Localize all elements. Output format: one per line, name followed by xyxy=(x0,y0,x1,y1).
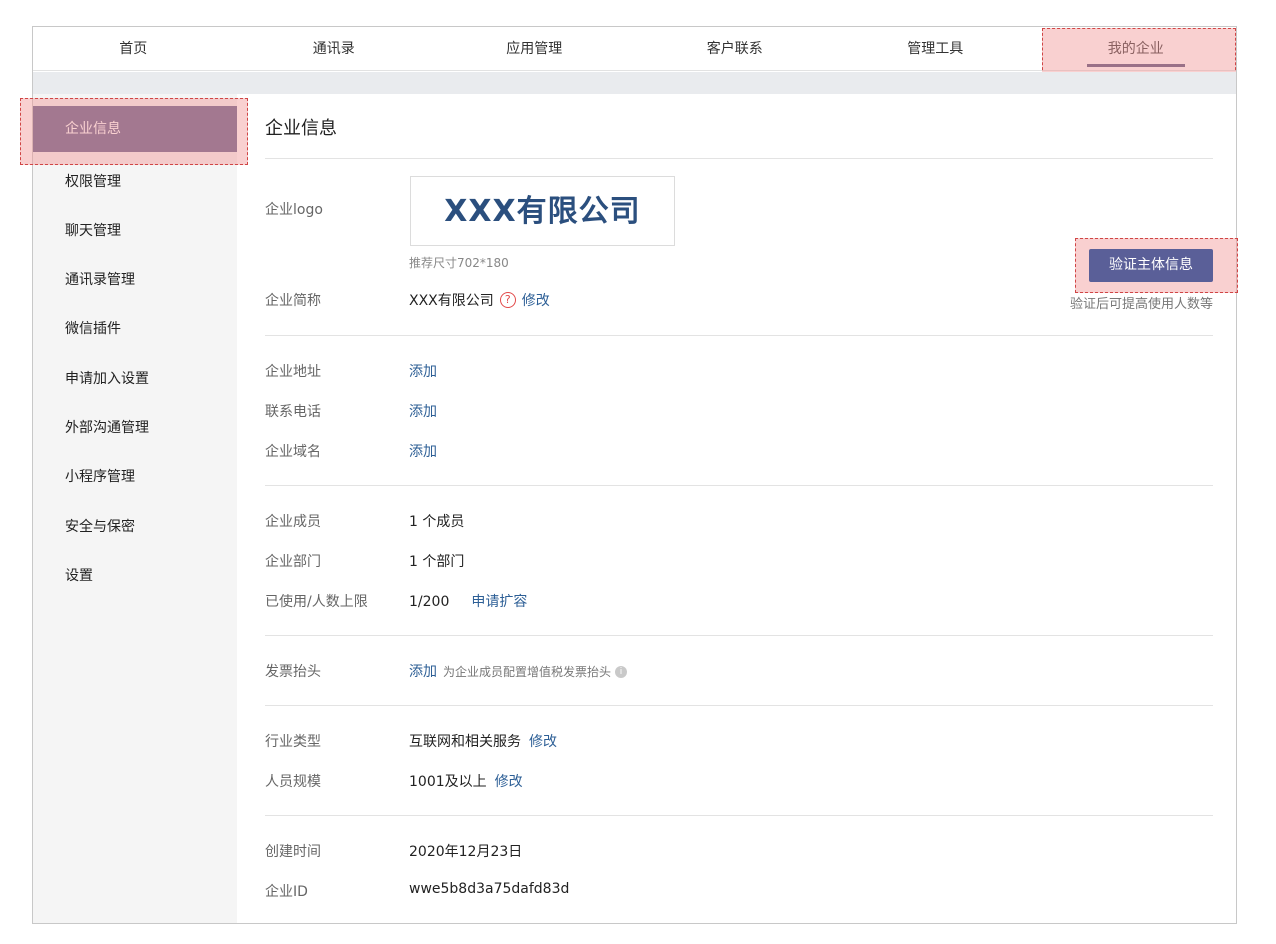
sidebar: 企业信息 权限管理 聊天管理 通讯录管理 微信插件 申请加入设置 外部沟通管理 … xyxy=(20,94,248,923)
short-name-value: XXX有限公司 xyxy=(409,293,494,309)
tab-contacts[interactable]: 通讯录 xyxy=(234,27,435,70)
add-domain-link[interactable]: 添加 xyxy=(409,441,437,461)
usage-label: 已使用/人数上限 xyxy=(265,594,368,610)
invoice-label: 发票抬头 xyxy=(265,664,321,680)
sidebar-item-permissions[interactable]: 权限管理 xyxy=(33,159,237,205)
tab-label: 我的企业 xyxy=(1107,41,1164,57)
tab-label: 通讯录 xyxy=(312,41,355,57)
tab-app-management[interactable]: 应用管理 xyxy=(434,27,635,70)
app-frame: 首页 通讯录 应用管理 客户联系 管理工具 我的企业 企业信息 权限管理 聊天管… xyxy=(20,26,1238,924)
tab-customer-contact[interactable]: 客户联系 xyxy=(635,27,836,70)
usage-value: 1/200 xyxy=(409,594,450,610)
page-title: 企业信息 xyxy=(265,118,337,139)
verify-entity-button[interactable]: 验证主体信息 xyxy=(1089,249,1213,282)
verify-note: 验证后可提高使用人数等 xyxy=(1069,297,1213,312)
sidebar-item-enterprise-info[interactable]: 企业信息 xyxy=(33,106,237,152)
divider xyxy=(265,705,1213,706)
sidebar-item-label: 聊天管理 xyxy=(65,223,121,239)
top-navigation: 首页 通讯录 应用管理 客户联系 管理工具 我的企业 xyxy=(33,27,1236,71)
add-phone-link[interactable]: 添加 xyxy=(409,401,437,421)
tab-label: 首页 xyxy=(119,41,148,57)
sidebar-item-label: 微信插件 xyxy=(65,321,121,337)
expand-capacity-link[interactable]: 申请扩容 xyxy=(471,594,527,610)
tab-label: 管理工具 xyxy=(907,41,964,57)
created-label: 创建时间 xyxy=(265,844,321,860)
members-value: 1 个成员 xyxy=(409,514,465,530)
divider xyxy=(265,815,1213,816)
active-tab-underline xyxy=(1086,64,1185,67)
sidebar-item-settings[interactable]: 设置 xyxy=(33,553,237,599)
sidebar-item-label: 权限管理 xyxy=(65,174,121,190)
divider xyxy=(265,158,1213,159)
sidebar-item-label: 外部沟通管理 xyxy=(65,420,149,436)
sidebar-item-label: 企业信息 xyxy=(65,121,121,137)
scale-value: 1001及以上 xyxy=(409,774,487,790)
enterprise-logo[interactable]: XXX有限公司 xyxy=(410,176,675,246)
sidebar-item-chat-management[interactable]: 聊天管理 xyxy=(33,208,237,254)
tab-admin-tools[interactable]: 管理工具 xyxy=(835,27,1036,70)
add-address-link[interactable]: 添加 xyxy=(409,361,437,381)
short-name-row: XXX有限公司? 修改 xyxy=(409,290,550,310)
sidebar-item-label: 通讯录管理 xyxy=(65,272,135,288)
members-label: 企业成员 xyxy=(265,514,321,530)
scale-row: 1001及以上 修改 xyxy=(409,771,523,791)
departments-value: 1 个部门 xyxy=(409,554,465,570)
scale-label: 人员规模 xyxy=(265,774,321,790)
sidebar-item-label: 设置 xyxy=(65,568,93,584)
tab-home[interactable]: 首页 xyxy=(33,27,234,70)
invoice-note: 为企业成员配置增值税发票抬头 xyxy=(443,665,612,679)
main-content: 企业信息 企业logo XXX有限公司 推荐尺寸702*180 验证主体信息 验… xyxy=(237,94,1238,923)
usage-row: 1/200 申请扩容 xyxy=(409,591,527,611)
corp-id-label: 企业ID xyxy=(265,884,308,900)
phone-label: 联系电话 xyxy=(265,404,321,420)
domain-label: 企业域名 xyxy=(265,444,321,460)
add-invoice-link[interactable]: 添加 xyxy=(409,664,437,680)
help-icon[interactable]: ? xyxy=(499,292,516,308)
sidebar-item-join-settings[interactable]: 申请加入设置 xyxy=(33,356,237,402)
sidebar-item-external-communication[interactable]: 外部沟通管理 xyxy=(33,405,237,451)
logo-text: XXX有限公司 xyxy=(444,194,641,229)
edit-scale-link[interactable]: 修改 xyxy=(495,774,523,790)
industry-row: 互联网和相关服务 修改 xyxy=(409,731,557,751)
industry-label: 行业类型 xyxy=(265,734,321,750)
sidebar-item-label: 申请加入设置 xyxy=(65,371,149,387)
sidebar-item-security[interactable]: 安全与保密 xyxy=(33,504,237,550)
sidebar-item-label: 安全与保密 xyxy=(65,519,135,535)
corp-id-value: wwe5b8d3a75dafd83d xyxy=(409,881,570,897)
sidebar-item-contacts-management[interactable]: 通讯录管理 xyxy=(33,257,237,303)
info-icon[interactable]: i xyxy=(615,666,628,678)
tab-my-enterprise[interactable]: 我的企业 xyxy=(1036,27,1237,70)
invoice-row: 添加 为企业成员配置增值税发票抬头 i xyxy=(409,661,628,681)
divider xyxy=(265,635,1213,636)
divider xyxy=(265,335,1213,336)
logo-label: 企业logo xyxy=(265,202,323,218)
tab-label: 应用管理 xyxy=(506,41,563,57)
sidebar-item-wechat-plugin[interactable]: 微信插件 xyxy=(33,306,237,352)
industry-value: 互联网和相关服务 xyxy=(409,734,521,750)
tab-label: 客户联系 xyxy=(706,41,763,57)
sidebar-item-mini-programs[interactable]: 小程序管理 xyxy=(33,454,237,500)
short-name-label: 企业简称 xyxy=(265,293,321,309)
departments-label: 企业部门 xyxy=(265,554,321,570)
header-separator xyxy=(33,72,1236,94)
created-value: 2020年12月23日 xyxy=(409,844,523,860)
divider xyxy=(265,485,1213,486)
edit-industry-link[interactable]: 修改 xyxy=(529,734,557,750)
logo-size-hint: 推荐尺寸702*180 xyxy=(409,256,509,270)
edit-short-name-link[interactable]: 修改 xyxy=(522,293,550,309)
address-label: 企业地址 xyxy=(265,364,321,380)
sidebar-item-label: 小程序管理 xyxy=(65,469,135,485)
